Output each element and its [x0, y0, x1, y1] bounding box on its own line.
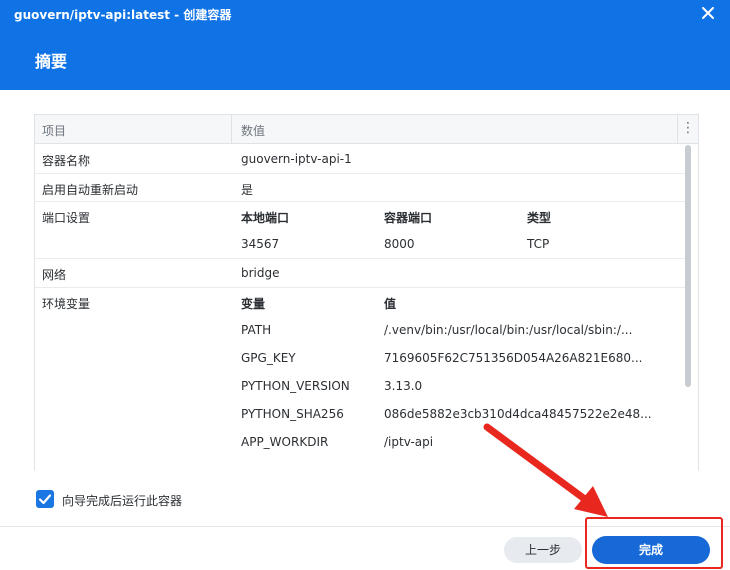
- env-value: 7169605F62C751356D054A26A821E680...: [384, 351, 643, 365]
- page-title: 摘要: [35, 52, 68, 71]
- dialog-header: guovern/iptv-api:latest - 创建容器 摘要: [0, 0, 730, 90]
- run-after-wizard-label: 向导完成后运行此容器: [62, 494, 183, 508]
- table-header: 项目 数值 ⋮: [35, 115, 698, 144]
- env-header-name: 变量: [241, 297, 266, 311]
- table-row: 环境变量 变量 值 PATH /.venv/bin:/usr/local/bin…: [35, 288, 683, 471]
- row-value: guovern-iptv-api-1: [241, 152, 352, 166]
- env-name: PYTHON_SHA256: [241, 407, 344, 421]
- port-value-type: TCP: [527, 237, 550, 251]
- row-label: 网络: [42, 268, 67, 282]
- port-header-type: 类型: [527, 211, 552, 225]
- row-label: 环境变量: [42, 297, 91, 311]
- summary-table: 项目 数值 ⋮ 容器名称 guovern-iptv-api-1 启用自动重新启动…: [34, 114, 699, 471]
- table-row: 启用自动重新启动 是: [35, 174, 683, 202]
- run-after-wizard-checkbox[interactable]: [36, 490, 54, 508]
- checkmark-icon: [38, 494, 52, 505]
- row-label: 端口设置: [42, 211, 91, 225]
- env-name: PYTHON_VERSION: [241, 379, 350, 393]
- table-row: 容器名称 guovern-iptv-api-1: [35, 145, 683, 173]
- env-value: 3.13.0: [384, 379, 423, 393]
- row-value: bridge: [241, 266, 280, 280]
- window-title: guovern/iptv-api:latest - 创建容器: [14, 8, 232, 22]
- more-vertical-icon[interactable]: ⋮: [679, 120, 697, 136]
- table-scrollbar[interactable]: [685, 145, 691, 387]
- env-name: GPG_KEY: [241, 351, 296, 365]
- column-header-item: 项目: [42, 124, 67, 138]
- port-header-container: 容器端口: [384, 211, 433, 225]
- table-row: 端口设置 本地端口 容器端口 类型 34567 8000 TCP: [35, 202, 683, 258]
- port-value-local: 34567: [241, 237, 280, 251]
- row-label: 启用自动重新启动: [42, 183, 139, 197]
- env-value: /iptv-api: [384, 435, 434, 449]
- previous-button[interactable]: 上一步: [504, 537, 582, 563]
- table-row: 网络 bridge: [35, 259, 683, 287]
- annotation-highlight-box: [585, 517, 723, 569]
- port-header-local: 本地端口: [241, 211, 290, 225]
- close-button[interactable]: [700, 5, 716, 21]
- column-divider: [677, 115, 678, 143]
- column-divider: [231, 115, 232, 143]
- env-value: /.venv/bin:/usr/local/bin:/usr/local/sbi…: [384, 323, 633, 337]
- env-name: PATH: [241, 323, 272, 337]
- env-header-value: 值: [384, 297, 397, 311]
- column-header-value: 数值: [241, 124, 266, 138]
- close-icon: [702, 7, 714, 19]
- row-label: 容器名称: [42, 154, 91, 168]
- env-value: 086de5882e3cb310d4dca48457522e2e48...: [384, 407, 652, 421]
- row-value: 是: [241, 183, 254, 197]
- env-name: APP_WORKDIR: [241, 435, 329, 449]
- port-value-container: 8000: [384, 237, 415, 251]
